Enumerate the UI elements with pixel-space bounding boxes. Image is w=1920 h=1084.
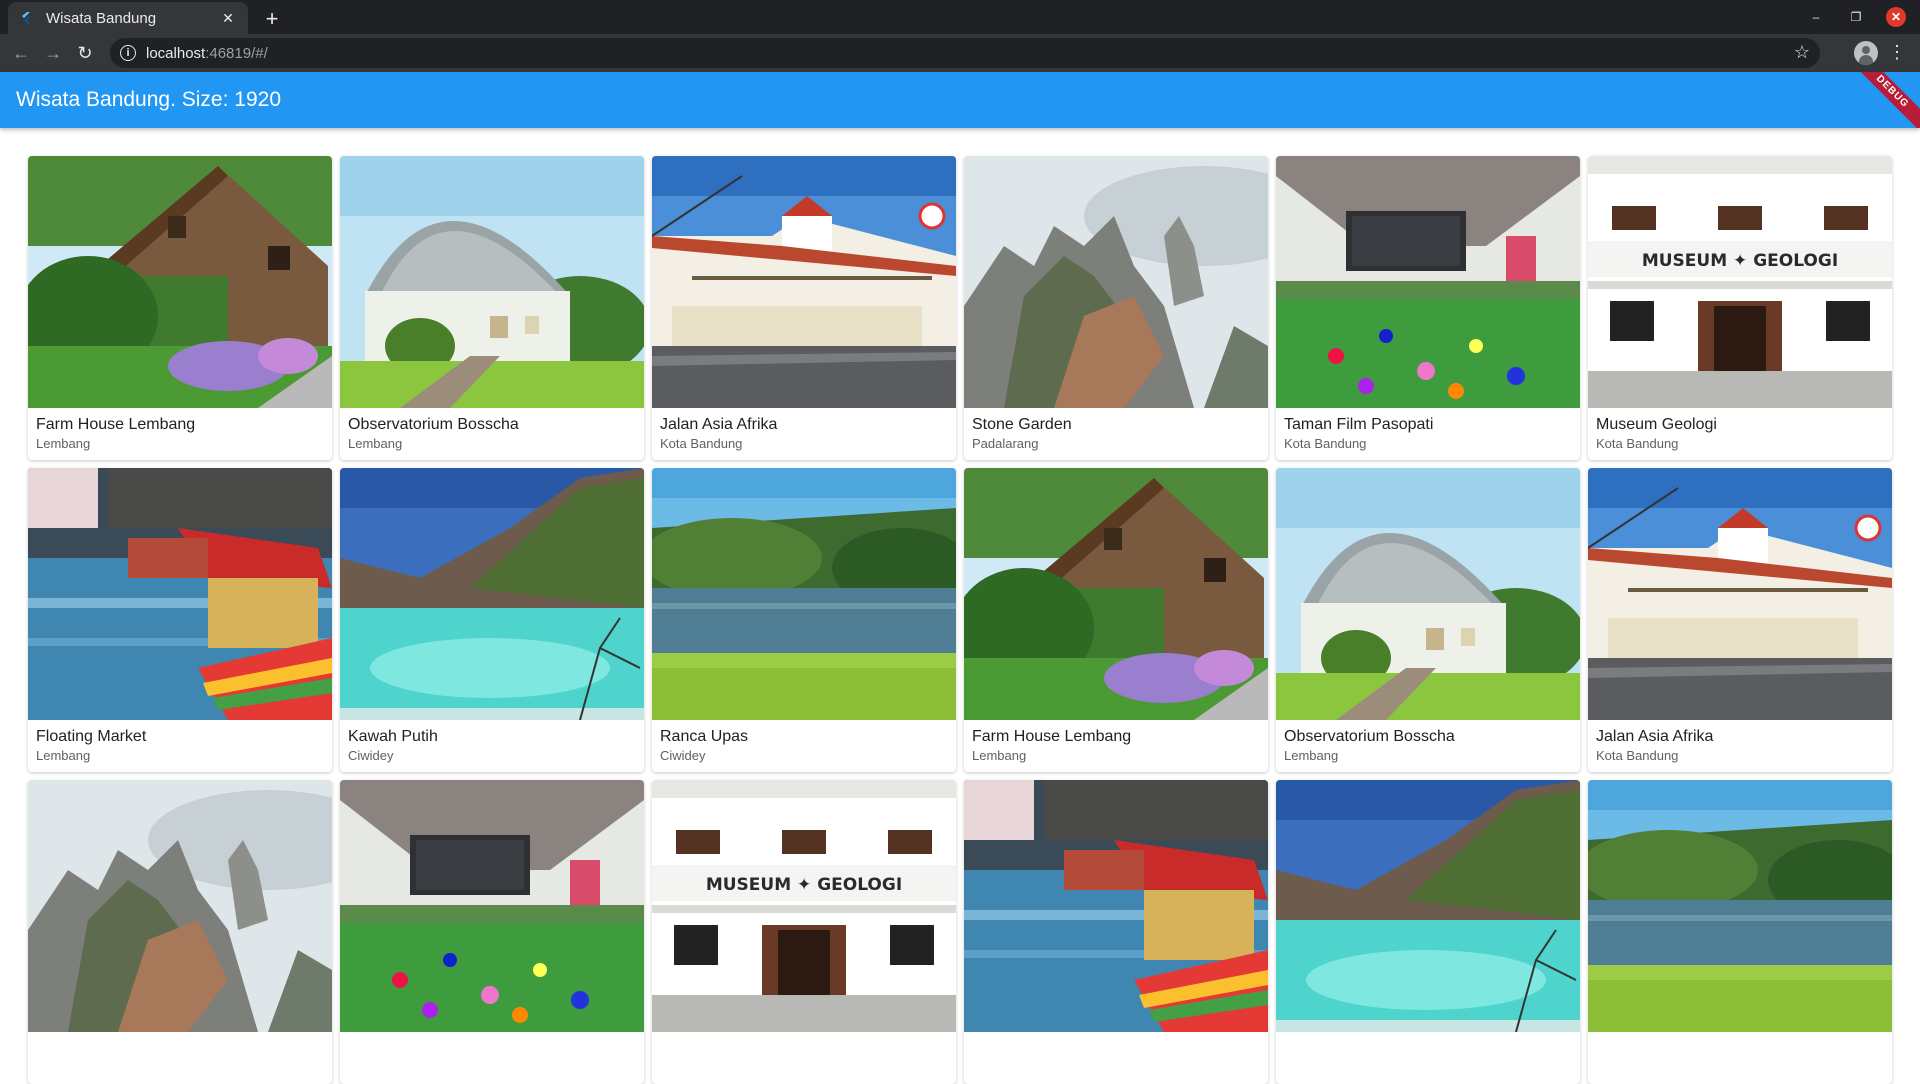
place-image xyxy=(652,156,956,408)
place-location: Lembang xyxy=(972,748,1027,763)
places-grid: Farm House Lembang Lembang Observatorium … xyxy=(28,156,1896,1084)
place-name: Observatorium Bosscha xyxy=(348,416,519,433)
place-card[interactable]: Stone Garden Padalarang xyxy=(964,156,1268,460)
place-image xyxy=(1588,468,1892,720)
browser-tab[interactable]: Wisata Bandung ✕ xyxy=(8,2,248,34)
place-name: Ranca Upas xyxy=(660,728,749,745)
place-location: Lembang xyxy=(36,436,91,451)
place-name: Taman Film Pasopati xyxy=(1284,416,1434,433)
place-location: Kota Bandung xyxy=(1596,748,1679,763)
place-card[interactable]: MUSEUM ✦ GEOLOGI Museum Geologi Kota Band… xyxy=(1588,156,1892,460)
close-window-icon[interactable]: ✕ xyxy=(1886,7,1906,27)
place-card[interactable] xyxy=(1588,780,1892,1084)
url-text: localhost:46819/#/ xyxy=(146,45,268,62)
place-image xyxy=(964,780,1268,1032)
place-name: Observatorium Bosscha xyxy=(1284,728,1455,745)
tab-title: Wisata Bandung xyxy=(46,9,157,27)
flutter-favicon-icon xyxy=(18,10,34,26)
place-location: Lembang xyxy=(36,748,91,763)
place-location: Ciwidey xyxy=(660,748,706,763)
place-card[interactable]: Jalan Asia Afrika Kota Bandung xyxy=(1588,468,1892,772)
place-image xyxy=(1276,156,1580,408)
place-image xyxy=(28,468,332,720)
place-location: Lembang xyxy=(1284,748,1339,763)
debug-banner: DEBUG xyxy=(1843,72,1920,128)
place-card[interactable] xyxy=(964,780,1268,1084)
place-card[interactable]: Taman Film Pasopati Kota Bandung xyxy=(1276,156,1580,460)
place-name: Museum Geologi xyxy=(1596,416,1717,433)
url-path: :46819/#/ xyxy=(205,44,268,62)
place-card[interactable] xyxy=(340,780,644,1084)
place-card[interactable]: Jalan Asia Afrika Kota Bandung xyxy=(652,156,956,460)
page-title: Wisata Bandung. Size: 1920 xyxy=(16,88,282,111)
place-name: Floating Market xyxy=(36,728,147,745)
place-name: Stone Garden xyxy=(972,416,1072,433)
place-name: Kawah Putih xyxy=(348,728,438,745)
browser-toolbar: ← → ↻ i localhost:46819/#/ ☆ ⋮ xyxy=(0,34,1920,72)
close-tab-icon[interactable]: ✕ xyxy=(218,8,238,28)
place-location: Lembang xyxy=(348,436,403,451)
place-location: Kota Bandung xyxy=(1596,436,1679,451)
place-image xyxy=(340,468,644,720)
restore-window-icon[interactable]: ❐ xyxy=(1846,7,1866,27)
site-info-icon[interactable]: i xyxy=(120,45,136,61)
reload-icon[interactable]: ↻ xyxy=(70,38,100,68)
place-image: MUSEUM ✦ GEOLOGI xyxy=(652,780,956,1032)
profile-avatar-icon[interactable] xyxy=(1854,41,1878,65)
place-name: Jalan Asia Afrika xyxy=(1596,728,1714,745)
place-image xyxy=(652,468,956,720)
place-location: Padalarang xyxy=(972,436,1039,451)
place-card[interactable]: Ranca Upas Ciwidey xyxy=(652,468,956,772)
bookmark-star-icon[interactable]: ☆ xyxy=(1794,42,1810,63)
browser-menu-icon[interactable]: ⋮ xyxy=(1888,42,1906,62)
place-location: Kota Bandung xyxy=(660,436,743,451)
place-image xyxy=(964,156,1268,408)
new-tab-icon[interactable]: + xyxy=(258,5,286,33)
url-host: localhost xyxy=(146,44,206,62)
svg-text:MUSEUM ✦ GEOLOGI: MUSEUM ✦ GEOLOGI xyxy=(706,875,902,895)
app-bar: Wisata Bandung. Size: 1920 DEBUG xyxy=(0,72,1920,128)
svg-text:MUSEUM ✦ GEOLOGI: MUSEUM ✦ GEOLOGI xyxy=(1642,251,1838,271)
place-image xyxy=(1276,468,1580,720)
place-name: Farm House Lembang xyxy=(972,728,1132,745)
forward-arrow-icon[interactable]: → xyxy=(38,38,68,68)
minimize-window-icon[interactable]: – xyxy=(1806,7,1826,27)
place-card[interactable] xyxy=(1276,780,1580,1084)
back-arrow-icon[interactable]: ← xyxy=(6,38,36,68)
place-card[interactable]: Floating Market Lembang xyxy=(28,468,332,772)
place-name: Jalan Asia Afrika xyxy=(660,416,778,433)
place-card[interactable] xyxy=(28,780,332,1084)
place-card[interactable]: Farm House Lembang Lembang xyxy=(28,156,332,460)
place-image xyxy=(1588,780,1892,1032)
place-name: Farm House Lembang xyxy=(36,416,196,433)
place-card[interactable]: Observatorium Bosscha Lembang xyxy=(1276,468,1580,772)
place-card[interactable]: Observatorium Bosscha Lembang xyxy=(340,156,644,460)
place-image xyxy=(1276,780,1580,1032)
place-image xyxy=(28,156,332,408)
place-card[interactable]: Farm House Lembang Lembang xyxy=(964,468,1268,772)
place-location: Kota Bandung xyxy=(1284,436,1367,451)
place-card[interactable]: Kawah Putih Ciwidey xyxy=(340,468,644,772)
place-image xyxy=(964,468,1268,720)
place-image xyxy=(28,780,332,1032)
browser-tab-strip: Wisata Bandung ✕ + – ❐ ✕ xyxy=(0,0,1920,34)
address-bar[interactable]: i localhost:46819/#/ ☆ xyxy=(110,38,1820,68)
place-card[interactable]: MUSEUM ✦ GEOLOGI xyxy=(652,780,956,1084)
place-image xyxy=(340,156,644,408)
place-image: MUSEUM ✦ GEOLOGI xyxy=(1588,156,1892,408)
place-image xyxy=(340,780,644,1032)
place-location: Ciwidey xyxy=(348,748,394,763)
